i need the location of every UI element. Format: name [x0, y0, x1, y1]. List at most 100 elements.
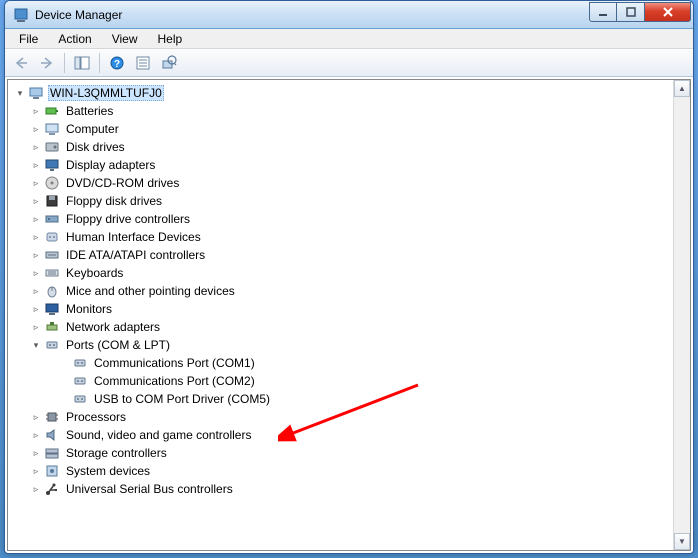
- tree-item-label[interactable]: Ports (COM & LPT): [64, 338, 172, 352]
- menu-view[interactable]: View: [102, 30, 148, 48]
- close-button[interactable]: [645, 2, 691, 22]
- tree-item-label[interactable]: DVD/CD-ROM drives: [64, 176, 181, 190]
- tree-category[interactable]: ▹ Computer: [14, 120, 690, 138]
- tree-device[interactable]: ▹ Communications Port (COM2): [14, 372, 690, 390]
- scroll-up-button[interactable]: ▲: [674, 80, 690, 97]
- titlebar[interactable]: Device Manager: [5, 1, 693, 29]
- tree-category[interactable]: ▹ System devices: [14, 462, 690, 480]
- forward-button[interactable]: [35, 52, 59, 74]
- tree-item-label[interactable]: Communications Port (COM2): [92, 374, 257, 388]
- expand-arrow-icon[interactable]: ▹: [30, 465, 42, 477]
- tree-item-label[interactable]: Storage controllers: [64, 446, 169, 460]
- computer-icon: [44, 121, 60, 137]
- tree-item-label[interactable]: Disk drives: [64, 140, 127, 154]
- tree-category[interactable]: ▹ Sound, video and game controllers: [14, 426, 690, 444]
- tree-category[interactable]: ▹ Universal Serial Bus controllers: [14, 480, 690, 498]
- tree-root[interactable]: ▾ WIN-L3QMMLTUFJ0: [14, 84, 690, 102]
- port-icon: [72, 391, 88, 407]
- toolbar: ?: [5, 49, 693, 77]
- dvd-icon: [44, 175, 60, 191]
- expand-arrow-icon[interactable]: ▹: [30, 213, 42, 225]
- expand-arrow-icon[interactable]: ▹: [30, 429, 42, 441]
- tree-item-label[interactable]: Network adapters: [64, 320, 162, 334]
- floppy-icon: [44, 193, 60, 209]
- tree-category[interactable]: ▹ Floppy drive controllers: [14, 210, 690, 228]
- tree-category[interactable]: ▾ Ports (COM & LPT): [14, 336, 690, 354]
- tree-category[interactable]: ▹ Human Interface Devices: [14, 228, 690, 246]
- expand-arrow-icon[interactable]: ▹: [30, 411, 42, 423]
- expand-arrow-icon[interactable]: ▹: [30, 159, 42, 171]
- expand-arrow-icon[interactable]: ▹: [30, 447, 42, 459]
- menu-file[interactable]: File: [9, 30, 48, 48]
- tree-category[interactable]: ▹ Monitors: [14, 300, 690, 318]
- tree-category[interactable]: ▹ Display adapters: [14, 156, 690, 174]
- expand-arrow-icon[interactable]: ▹: [30, 105, 42, 117]
- expand-arrow-icon[interactable]: ▾: [14, 87, 26, 99]
- tree-category[interactable]: ▹ Keyboards: [14, 264, 690, 282]
- tree-category[interactable]: ▹ IDE ATA/ATAPI controllers: [14, 246, 690, 264]
- expand-arrow-icon[interactable]: ▹: [30, 321, 42, 333]
- show-hide-tree-button[interactable]: [70, 52, 94, 74]
- keyboard-icon: [44, 265, 60, 281]
- storage-icon: [44, 445, 60, 461]
- tree-category[interactable]: ▹ DVD/CD-ROM drives: [14, 174, 690, 192]
- tree-category[interactable]: ▹ Processors: [14, 408, 690, 426]
- tree-item-label[interactable]: Sound, video and game controllers: [64, 428, 253, 442]
- tree-item-label[interactable]: Keyboards: [64, 266, 125, 280]
- tree-item-label[interactable]: Batteries: [64, 104, 115, 118]
- vertical-scrollbar[interactable]: ▲ ▼: [673, 80, 690, 550]
- minimize-button[interactable]: [589, 2, 617, 22]
- maximize-button[interactable]: [617, 2, 645, 22]
- tree-item-label[interactable]: Display adapters: [64, 158, 157, 172]
- window-title: Device Manager: [35, 8, 589, 22]
- tree-item-label[interactable]: Monitors: [64, 302, 114, 316]
- expand-arrow-icon[interactable]: ▹: [30, 483, 42, 495]
- tree-root-label[interactable]: WIN-L3QMMLTUFJ0: [48, 85, 164, 101]
- expand-arrow-icon[interactable]: ▹: [30, 141, 42, 153]
- network-icon: [44, 319, 60, 335]
- tree-item-label[interactable]: Human Interface Devices: [64, 230, 203, 244]
- expand-arrow-icon[interactable]: ▹: [30, 267, 42, 279]
- tree-item-label[interactable]: USB to COM Port Driver (COM5): [92, 392, 272, 406]
- display-icon: [44, 157, 60, 173]
- tree-item-label[interactable]: Mice and other pointing devices: [64, 284, 237, 298]
- port-icon: [72, 355, 88, 371]
- help-button[interactable]: ?: [105, 52, 129, 74]
- tree-item-label[interactable]: Communications Port (COM1): [92, 356, 257, 370]
- system-icon: [44, 463, 60, 479]
- tree-item-label[interactable]: Processors: [64, 410, 128, 424]
- expand-arrow-icon[interactable]: ▹: [30, 177, 42, 189]
- tree-device[interactable]: ▹ Communications Port (COM1): [14, 354, 690, 372]
- scroll-track[interactable]: [674, 97, 690, 533]
- tree-category[interactable]: ▹ Storage controllers: [14, 444, 690, 462]
- expand-arrow-icon[interactable]: ▹: [30, 249, 42, 261]
- tree-category[interactable]: ▹ Mice and other pointing devices: [14, 282, 690, 300]
- computer-icon: [28, 85, 44, 101]
- tree-item-label[interactable]: IDE ATA/ATAPI controllers: [64, 248, 207, 262]
- tree-item-label[interactable]: Computer: [64, 122, 121, 136]
- expand-arrow-icon[interactable]: ▹: [30, 285, 42, 297]
- toolbar-sep: [64, 53, 65, 73]
- tree-category[interactable]: ▹ Batteries: [14, 102, 690, 120]
- tree-item-label[interactable]: Floppy drive controllers: [64, 212, 192, 226]
- expand-arrow-icon[interactable]: ▹: [30, 123, 42, 135]
- scan-hardware-button[interactable]: [157, 52, 181, 74]
- tree-category[interactable]: ▹ Floppy disk drives: [14, 192, 690, 210]
- properties-button[interactable]: [131, 52, 155, 74]
- tree-item-label[interactable]: Universal Serial Bus controllers: [64, 482, 235, 496]
- tree-item-label[interactable]: Floppy disk drives: [64, 194, 164, 208]
- tree-device[interactable]: ▹ USB to COM Port Driver (COM5): [14, 390, 690, 408]
- expand-arrow-icon[interactable]: ▹: [30, 231, 42, 243]
- back-button[interactable]: [9, 52, 33, 74]
- menu-help[interactable]: Help: [148, 30, 193, 48]
- menu-action[interactable]: Action: [48, 30, 101, 48]
- scroll-down-button[interactable]: ▼: [674, 533, 690, 550]
- disk-icon: [44, 139, 60, 155]
- toolbar-sep: [99, 53, 100, 73]
- expand-arrow-icon[interactable]: ▹: [30, 303, 42, 315]
- expand-arrow-icon[interactable]: ▾: [30, 339, 42, 351]
- tree-item-label[interactable]: System devices: [64, 464, 152, 478]
- expand-arrow-icon[interactable]: ▹: [30, 195, 42, 207]
- tree-category[interactable]: ▹ Network adapters: [14, 318, 690, 336]
- tree-category[interactable]: ▹ Disk drives: [14, 138, 690, 156]
